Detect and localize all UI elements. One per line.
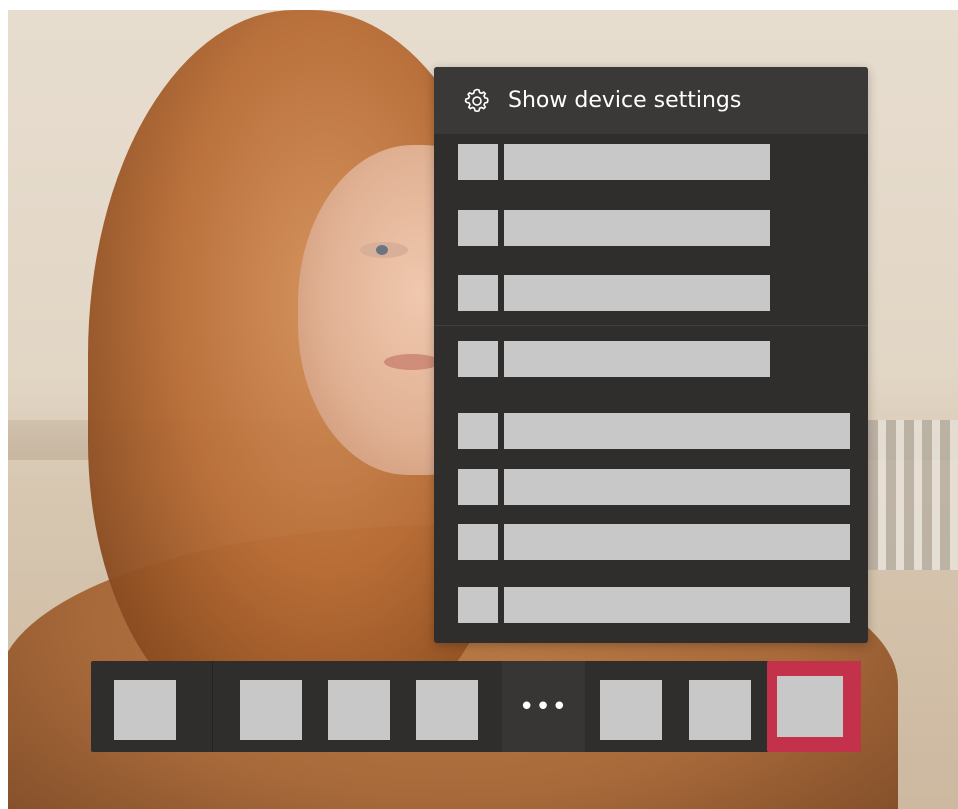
toolbar-button-6[interactable] [689, 680, 751, 740]
menu-item-label [504, 275, 770, 311]
call-controls-toolbar: ••• [91, 661, 861, 752]
toolbar-button-3[interactable] [328, 680, 390, 740]
menu-item-8[interactable] [458, 587, 850, 623]
menu-item-5[interactable] [458, 413, 850, 449]
menu-item-3[interactable] [458, 275, 770, 311]
placeholder-icon [458, 413, 498, 449]
menu-item-label [504, 341, 770, 377]
gear-icon [460, 84, 494, 118]
menu-item-label [504, 524, 850, 560]
menu-item-7[interactable] [458, 524, 850, 560]
toolbar-button-1[interactable] [114, 680, 176, 740]
show-device-settings-label: Show device settings [508, 88, 742, 113]
placeholder-icon [458, 587, 498, 623]
menu-item-label [504, 413, 850, 449]
background-books [868, 420, 958, 570]
menu-item-label [504, 587, 850, 623]
placeholder-icon [458, 524, 498, 560]
more-icon: ••• [518, 691, 568, 722]
participant-eye [360, 242, 408, 258]
menu-item-6[interactable] [458, 469, 850, 505]
placeholder-icon [458, 341, 498, 377]
toolbar-button-5[interactable] [600, 680, 662, 740]
show-device-settings-item[interactable]: Show device settings [434, 67, 868, 134]
participant-lips [384, 354, 440, 370]
menu-item-label [504, 469, 850, 505]
menu-item-4[interactable] [458, 341, 770, 377]
hang-up-button[interactable] [767, 661, 861, 752]
menu-item-label [504, 210, 770, 246]
placeholder-icon [458, 275, 498, 311]
toolbar-button-2[interactable] [240, 680, 302, 740]
meeting-window: Show device settings ••• [0, 0, 958, 809]
placeholder-icon [458, 210, 498, 246]
more-actions-menu: Show device settings [434, 67, 868, 643]
menu-item-label [504, 144, 770, 180]
more-actions-button[interactable]: ••• [502, 661, 585, 752]
hang-up-icon [777, 676, 843, 737]
menu-item-2[interactable] [458, 210, 770, 246]
placeholder-icon [458, 144, 498, 180]
menu-divider [434, 325, 868, 326]
toolbar-button-4[interactable] [416, 680, 478, 740]
toolbar-divider [212, 661, 213, 752]
placeholder-icon [458, 469, 498, 505]
menu-item-1[interactable] [458, 144, 770, 180]
